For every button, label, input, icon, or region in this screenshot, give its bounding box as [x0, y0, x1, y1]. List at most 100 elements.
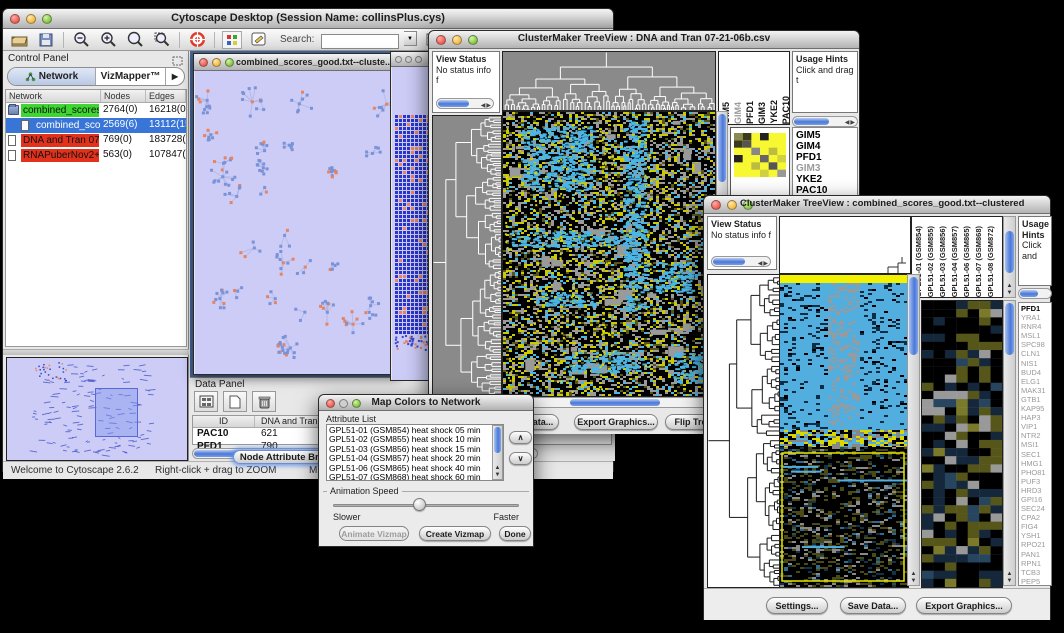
close-icon[interactable] [711, 200, 721, 210]
minimize-icon[interactable] [212, 58, 221, 67]
treeview-dna-titlebar[interactable]: ClusterMaker TreeView : DNA and Tran 07-… [429, 31, 859, 49]
zoom-window-icon[interactable] [415, 56, 422, 63]
gene-list-item[interactable]: VIP1 [1021, 422, 1049, 431]
column-label[interactable]: YKE2 [769, 100, 781, 124]
close-icon[interactable] [395, 56, 402, 63]
correlation-matrix-thumbnail[interactable] [734, 133, 786, 177]
heatmap-global[interactable] [502, 111, 716, 397]
open-folder-icon[interactable] [9, 31, 29, 49]
col-id[interactable]: ID [193, 416, 255, 427]
gene-list-item[interactable]: NTR2 [1021, 431, 1049, 440]
save-data-button[interactable]: Save Data... [840, 597, 906, 614]
column-label[interactable]: PAC10 [781, 96, 790, 124]
column-labels-scrollbar[interactable]: ▲▼ [1003, 216, 1016, 298]
column-label[interactable]: GIM3 [757, 102, 769, 124]
search-input[interactable] [321, 34, 399, 49]
column-label[interactable]: GPL51-04 (GSM857) [950, 226, 962, 297]
gene-list-item[interactable]: SPC98 [1021, 340, 1049, 349]
scrollbar-thumb[interactable] [794, 118, 829, 125]
zoom-out-icon[interactable] [71, 31, 91, 49]
column-label[interactable]: GPL51-08 (GSM872) [986, 226, 998, 297]
scrollbar-thumb[interactable] [438, 100, 469, 107]
done-button[interactable]: Done [499, 526, 531, 541]
cytoscape-titlebar[interactable]: Cytoscape Desktop (Session Name: collins… [3, 9, 613, 29]
move-up-button[interactable]: ∧ [509, 431, 532, 444]
gene-list-item[interactable]: TCB3 [1021, 568, 1049, 577]
vizmap-grid-icon[interactable] [222, 31, 242, 49]
speed-slider-thumb[interactable] [413, 498, 426, 511]
minimize-icon[interactable] [727, 200, 737, 210]
gene-list-item[interactable]: GIM4 [796, 141, 854, 152]
gene-list-item[interactable]: RPN1 [1021, 559, 1049, 568]
scrollbar-thumb[interactable] [1005, 303, 1014, 355]
settings-button[interactable]: Settings... [766, 597, 828, 614]
network-tree-row[interactable]: RNAPuberNov2+563(0)107847(0) [6, 148, 186, 163]
attribute-list-scrollbar[interactable]: ▲▼ [492, 425, 503, 480]
export-graphics-button[interactable]: Export Graphics... [574, 414, 658, 430]
network-canvas[interactable] [195, 71, 397, 374]
col-nodes[interactable]: Nodes [101, 90, 146, 102]
view-status-scrollbar[interactable]: ◀▶ [436, 98, 494, 109]
gene-list-item[interactable]: PFD1 [1021, 304, 1049, 313]
network-tree-row[interactable]: combined_sco2569(6)13112(15) [6, 118, 186, 133]
column-label[interactable]: GPL51-07 (GSM868) [974, 226, 986, 297]
scrollbar-thumb[interactable] [494, 427, 501, 453]
annotation-icon[interactable] [249, 31, 269, 49]
col-edges[interactable]: Edges [146, 90, 186, 102]
help-ring-icon[interactable] [187, 31, 207, 49]
column-dendrogram[interactable] [502, 51, 716, 111]
scrollbar-thumb[interactable] [718, 114, 726, 182]
gene-list-item[interactable]: PFD1 [796, 152, 854, 163]
gene-list-item[interactable]: PAN1 [1021, 550, 1049, 559]
zoom-fit-icon[interactable] [125, 31, 145, 49]
gene-list-item[interactable]: RPO21 [1021, 540, 1049, 549]
usage-hints-scrollbar[interactable] [1018, 288, 1052, 299]
zoom-vscrollbar[interactable]: ▲▼ [1003, 300, 1016, 586]
zoom-window-icon[interactable] [225, 58, 234, 67]
col-network[interactable]: Network [6, 90, 101, 102]
gene-list-item[interactable]: GIM5 [796, 130, 854, 141]
scrollbar-thumb[interactable] [1020, 290, 1038, 297]
gene-list-item[interactable]: YSH1 [1021, 531, 1049, 540]
gene-list-item[interactable]: PEP5 [1021, 577, 1049, 586]
zoom-in-icon[interactable] [98, 31, 118, 49]
tab-vizmapper[interactable]: VizMapper™ [96, 68, 166, 85]
search-dropdown-icon[interactable]: ▼ [404, 31, 417, 46]
gene-list-item[interactable]: RNR4 [1021, 322, 1049, 331]
gene-list-item[interactable]: SEC24 [1021, 504, 1049, 513]
gene-list-item[interactable]: GTB1 [1021, 395, 1049, 404]
network-view-titlebar[interactable]: combined_scores_good.txt--cluste... [194, 54, 398, 71]
close-icon[interactable] [199, 58, 208, 67]
speed-slider-track[interactable] [333, 504, 519, 507]
delete-attribute-icon[interactable] [252, 391, 276, 412]
scrollbar-thumb[interactable] [909, 277, 918, 355]
animate-vizmap-button[interactable]: Animate Vizmap [339, 526, 409, 541]
gene-list-item[interactable]: FIG4 [1021, 522, 1049, 531]
heatmap-global[interactable] [779, 274, 909, 588]
gene-list-item[interactable]: HAP3 [1021, 413, 1049, 422]
row-dendrogram[interactable] [432, 115, 502, 397]
scrollbar-thumb[interactable] [1005, 231, 1014, 273]
export-graphics-button[interactable]: Export Graphics... [916, 597, 1012, 614]
usage-hints-scrollbar[interactable]: ◀▶ [792, 116, 858, 127]
heatmap-vscrollbar[interactable]: ▲▼ [907, 274, 920, 586]
gene-list-item[interactable]: PHO81 [1021, 468, 1049, 477]
attribute-select-icon[interactable] [194, 391, 218, 412]
gene-list-item[interactable]: YKE2 [796, 174, 854, 185]
gene-list-item[interactable]: CPA2 [1021, 513, 1049, 522]
column-label[interactable]: PFD1 [745, 101, 757, 124]
new-attribute-icon[interactable] [223, 391, 247, 412]
scrollbar-thumb[interactable] [713, 258, 745, 265]
view-status-scrollbar[interactable]: ◀▶ [711, 256, 771, 267]
treeview-combined-titlebar[interactable]: ClusterMaker TreeView : combined_scores_… [704, 196, 1050, 214]
heatmap-hscrollbar[interactable]: ◀▶ [502, 397, 728, 408]
network-tree-row[interactable]: DNA and Tran 07769(0)183728(0) [6, 133, 186, 148]
column-label[interactable]: GPL51-06 (GSM865) [962, 226, 974, 297]
column-label[interactable]: GPL51-02 (GSM855) [926, 226, 938, 297]
column-label[interactable]: GIM4 [733, 102, 745, 124]
gene-list-item[interactable]: NIS1 [1021, 359, 1049, 368]
zoom-selected-icon[interactable] [152, 31, 172, 49]
gene-list-item[interactable]: ELG1 [1021, 377, 1049, 386]
column-label[interactable]: GPL51-03 (GSM856) [938, 226, 950, 297]
splitter-handle[interactable] [3, 349, 189, 355]
